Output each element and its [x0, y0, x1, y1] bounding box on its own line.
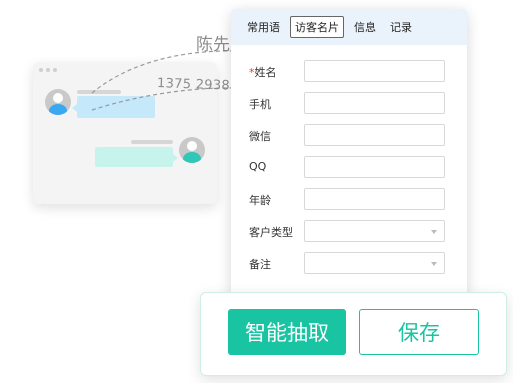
smart-extract-button[interactable]: 智能抽取 [228, 309, 346, 355]
form-row-qq: QQ [249, 156, 449, 178]
form-row-wechat: 微信 [249, 124, 449, 146]
window-dot [46, 68, 50, 72]
tab-visitor-card[interactable]: 访客名片 [290, 16, 344, 38]
agent-message-bubble [95, 147, 178, 167]
phone-field[interactable] [304, 92, 445, 114]
tab-info[interactable]: 信息 [350, 17, 380, 37]
action-card: 智能抽取 保存 [200, 292, 507, 376]
tab-common-phrases[interactable]: 常用语 [243, 17, 284, 37]
visitor-card-panel: 常用语 访客名片 信息 记录 *姓名 手机 微信 QQ 年龄 客户类型 备注 [231, 9, 467, 299]
name-field[interactable] [304, 60, 445, 82]
form-row-phone: 手机 [249, 92, 449, 114]
wechat-label: 微信 [249, 130, 271, 143]
agent-name-placeholder [131, 140, 173, 144]
name-label: 姓名 [254, 66, 277, 79]
dropdown-caret-icon [431, 230, 437, 234]
form-row-age: 年龄 [249, 188, 449, 210]
window-dot [53, 68, 57, 72]
tab-records[interactable]: 记录 [386, 17, 416, 37]
qq-field[interactable] [304, 156, 445, 178]
wechat-field[interactable] [304, 124, 445, 146]
age-field[interactable] [304, 188, 445, 210]
form-row-remarks: 备注 [249, 252, 449, 274]
panel-tabs: 常用语 访客名片 信息 记录 [231, 9, 467, 45]
remarks-select[interactable] [304, 252, 445, 274]
agent-avatar-icon [179, 137, 205, 163]
customer-type-label: 客户类型 [249, 226, 293, 239]
phone-label: 手机 [249, 98, 271, 111]
visitor-name-placeholder [77, 90, 121, 94]
field-label-name: *姓名 [249, 64, 277, 80]
dropdown-caret-icon [431, 262, 437, 266]
age-label: 年龄 [249, 194, 271, 207]
window-dot [39, 68, 43, 72]
remarks-label: 备注 [249, 258, 271, 271]
visitor-avatar-icon [45, 89, 71, 115]
form-row-customer-type: 客户类型 [249, 220, 449, 242]
visitor-message-bubble [72, 96, 155, 118]
qq-label: QQ [249, 160, 267, 173]
save-button[interactable]: 保存 [359, 309, 479, 355]
window-dots [39, 68, 57, 72]
customer-type-select[interactable] [304, 220, 445, 242]
form-row-name: *姓名 [249, 60, 449, 82]
